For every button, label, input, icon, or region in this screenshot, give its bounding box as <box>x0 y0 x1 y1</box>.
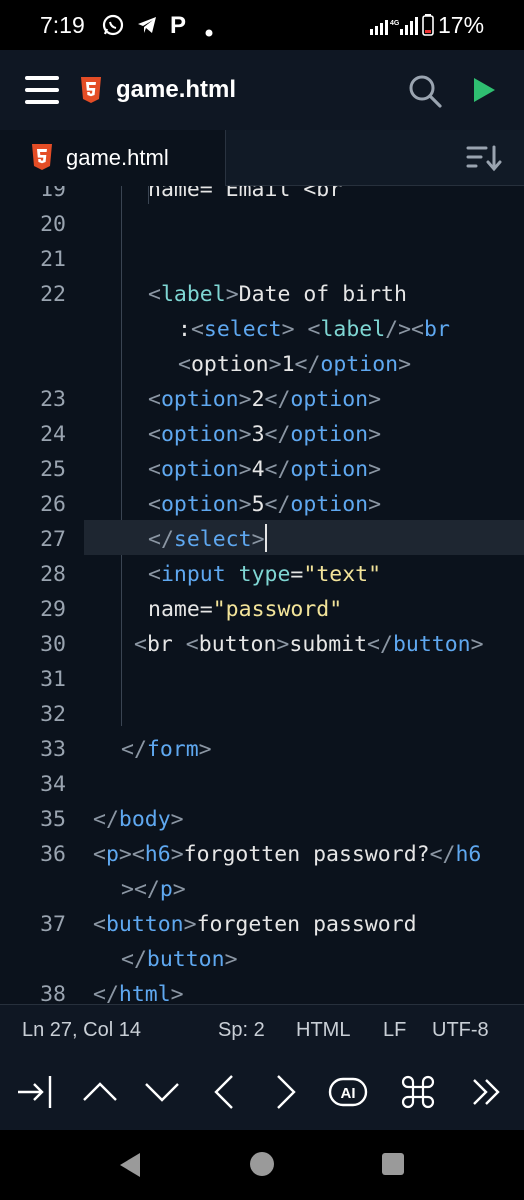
telegram-icon <box>136 14 158 42</box>
code-line-22-wrap-2: <option>1</option> <box>178 352 412 377</box>
language-mode[interactable]: HTML <box>296 1019 350 1042</box>
cursor-position[interactable]: Ln 27, Col 14 <box>22 1019 141 1042</box>
encoding[interactable]: UTF-8 <box>432 1019 489 1042</box>
arrow-down-icon[interactable] <box>142 1072 182 1112</box>
menu-icon[interactable] <box>25 76 59 104</box>
line-number: 38 <box>40 982 66 1004</box>
line-number: 27 <box>40 527 66 552</box>
line-number: 37 <box>40 912 66 937</box>
html5-icon <box>31 144 53 170</box>
notification-dot-icon <box>205 20 213 43</box>
extra-keys-bar: AI <box>0 1054 524 1130</box>
tab-game-html[interactable]: game.html <box>0 130 226 186</box>
arrow-left-icon[interactable] <box>204 1072 244 1112</box>
line-number: 30 <box>40 632 66 657</box>
whatsapp-icon <box>102 14 124 42</box>
code-line-37-wrap: </button> <box>121 947 238 972</box>
sort-icon[interactable] <box>466 144 502 172</box>
code-line-22-wrap-1: :<select> <label/><br <box>178 317 450 342</box>
p-app-icon: P <box>170 12 187 39</box>
system-status-bar: 7:19 P 4G 17% <box>0 0 524 50</box>
ai-icon[interactable]: AI <box>328 1072 368 1112</box>
line-number: 21 <box>40 247 66 272</box>
line-number: 36 <box>40 842 66 867</box>
line-number: 26 <box>40 492 66 517</box>
svg-text:4G: 4G <box>390 20 400 27</box>
ai-label: AI <box>341 1085 356 1102</box>
code-line-27: </select> <box>148 522 267 557</box>
code-editor[interactable]: 19 name= Email <br 20 21 22 <label>Date … <box>0 186 524 1004</box>
toolbar-file-title: game.html <box>116 76 237 103</box>
more-icon[interactable] <box>468 1072 508 1112</box>
code-line-24: <option>3</option> <box>148 422 382 447</box>
line-ending[interactable]: LF <box>383 1019 406 1042</box>
code-line-26: <option>5</option> <box>148 492 382 517</box>
code-line-36: <p><h6>forgotten password?</h6 <box>93 842 482 867</box>
app-toolbar: game.html <box>0 50 524 130</box>
line-number: 31 <box>40 667 66 692</box>
system-navigation-bar <box>0 1130 524 1200</box>
text-cursor <box>264 524 267 552</box>
arrow-up-icon[interactable] <box>80 1072 120 1112</box>
tab-bar: game.html <box>0 130 524 186</box>
code-line-28: <input type="text" <box>148 562 382 587</box>
line-number: 25 <box>40 457 66 482</box>
code-line-36-wrap: ></p> <box>121 877 186 902</box>
battery-icon <box>422 14 434 42</box>
line-number: 29 <box>40 597 66 622</box>
search-icon[interactable] <box>408 74 442 108</box>
line-number: 19 <box>40 186 66 202</box>
code-line-19: name= Email <br <box>148 186 343 202</box>
code-line-29: name="password" <box>148 597 343 622</box>
line-number: 32 <box>40 702 66 727</box>
line-number: 33 <box>40 737 66 762</box>
arrow-right-icon[interactable] <box>266 1072 306 1112</box>
home-icon[interactable] <box>250 1152 274 1176</box>
line-number: 20 <box>40 212 66 237</box>
command-icon[interactable] <box>398 1072 438 1112</box>
back-icon[interactable] <box>118 1152 142 1182</box>
indent-guide <box>121 186 122 726</box>
code-line-38: </html> <box>93 982 184 1004</box>
line-number: 22 <box>40 282 66 307</box>
indent-spaces[interactable]: Sp: 2 <box>218 1019 265 1042</box>
code-line-22: <label>Date of birth <box>148 282 407 307</box>
line-number: 28 <box>40 562 66 587</box>
code-line-33: </form> <box>121 737 212 762</box>
signal-icon: 4G <box>370 17 418 41</box>
code-line-23: <option>2</option> <box>148 387 382 412</box>
battery-percent: 17% <box>438 12 485 38</box>
code-line-35: </body> <box>93 807 184 832</box>
line-number: 34 <box>40 772 66 797</box>
line-number: 23 <box>40 387 66 412</box>
code-line-30: <br <button>submit</button> <box>134 632 484 657</box>
clock: 7:19 <box>40 12 85 38</box>
recents-icon[interactable] <box>382 1153 404 1175</box>
code-line-25: <option>4</option> <box>148 457 382 482</box>
tab-label: game.html <box>66 145 169 170</box>
line-number: 24 <box>40 422 66 447</box>
editor-status-line: Ln 27, Col 14 Sp: 2 HTML LF UTF-8 <box>0 1004 524 1054</box>
run-icon[interactable] <box>472 77 496 103</box>
tab-key-icon[interactable] <box>14 1072 54 1112</box>
code-line-37: <button>forgeten password <box>93 912 417 937</box>
line-number: 35 <box>40 807 66 832</box>
html5-icon <box>80 77 102 103</box>
